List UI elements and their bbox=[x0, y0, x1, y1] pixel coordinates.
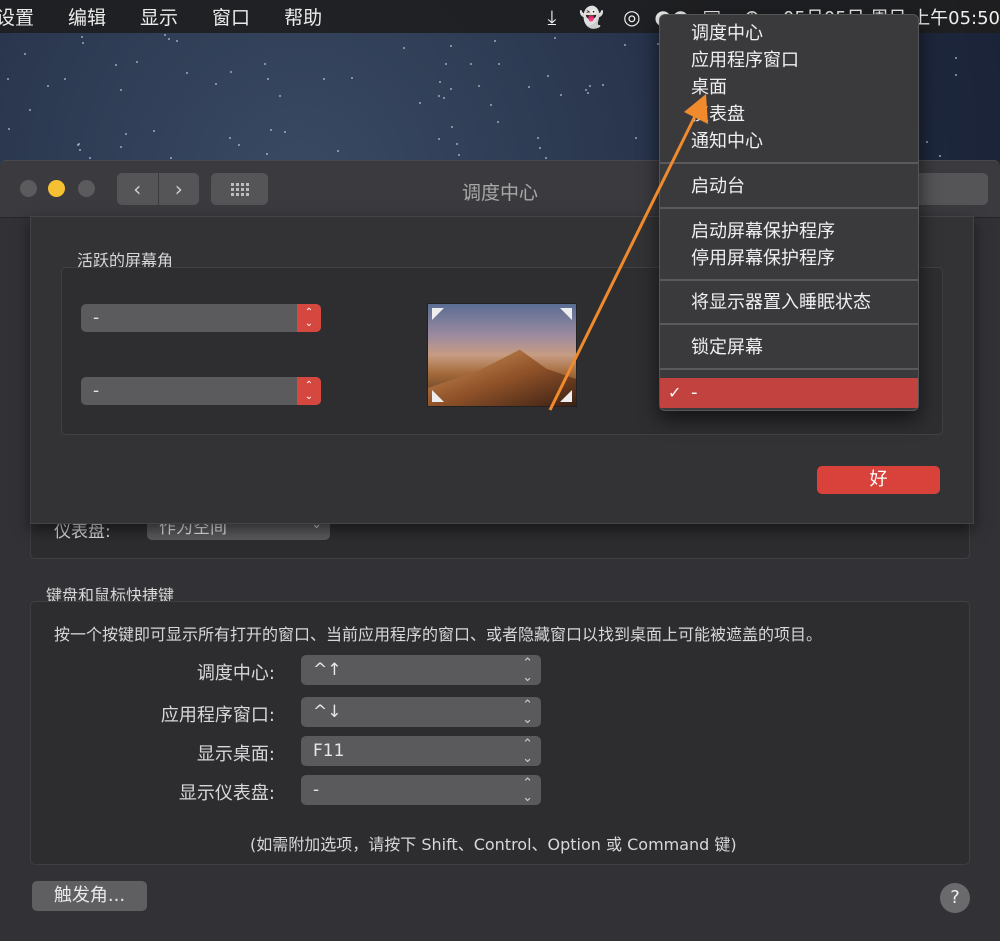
annotation-arrow-head bbox=[684, 94, 708, 124]
annotation-arrow bbox=[548, 94, 708, 411]
annotation-arrow-line bbox=[548, 109, 700, 411]
